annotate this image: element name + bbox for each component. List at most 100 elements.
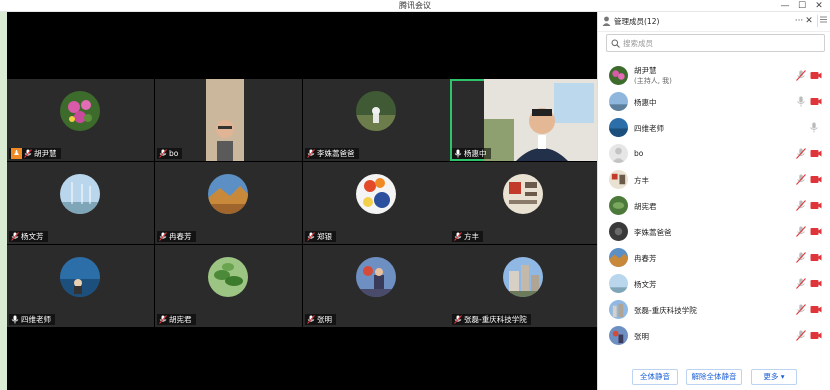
tile-name-label: bo xyxy=(157,148,183,159)
video-tile[interactable]: 张明 xyxy=(303,245,450,327)
tile-name: 四维老师 xyxy=(21,315,51,324)
mic-muted-icon[interactable] xyxy=(796,330,806,341)
tile-name: 杨文芳 xyxy=(21,232,44,241)
maximize-button[interactable]: ☐ xyxy=(795,0,809,12)
video-icon[interactable] xyxy=(810,279,822,288)
avatar xyxy=(356,257,396,297)
video-icon[interactable] xyxy=(810,201,822,210)
mic-icon[interactable] xyxy=(796,96,806,107)
minimize-button[interactable]: — xyxy=(778,0,792,12)
video-icon[interactable] xyxy=(810,227,822,236)
avatar xyxy=(609,144,628,163)
tile-name: 张明 xyxy=(317,315,332,324)
video-tile[interactable]: 郑银 xyxy=(303,162,450,244)
avatar xyxy=(208,174,248,214)
video-tile[interactable]: 张磊-重庆科技学院 xyxy=(450,245,597,327)
member-row[interactable]: bo xyxy=(598,142,830,168)
avatar xyxy=(208,257,248,297)
video-icon[interactable] xyxy=(810,71,822,80)
tile-name-label: 四维老师 xyxy=(9,314,55,325)
member-row[interactable]: 张明 xyxy=(598,324,830,350)
more-button[interactable]: 更多 ▾ xyxy=(751,369,797,385)
member-row[interactable]: 胡尹慧 (主持人, 我) xyxy=(598,64,830,90)
tile-name-label: 杨惠中 xyxy=(452,148,491,159)
mic-icon[interactable] xyxy=(809,122,819,133)
mic-muted-icon xyxy=(307,315,315,324)
member-row[interactable]: 杨文芳 xyxy=(598,272,830,298)
member-row[interactable]: 杨惠中 xyxy=(598,90,830,116)
close-panel-button[interactable]: ✕ xyxy=(804,15,814,27)
member-name: 张磊-重庆科技学院 xyxy=(634,306,697,315)
avatar xyxy=(609,66,628,85)
unmute-all-button[interactable]: 解除全体静音 xyxy=(686,369,742,385)
member-row[interactable]: 冉春芳 xyxy=(598,246,830,272)
member-name: 张明 xyxy=(634,332,649,341)
video-tile[interactable]: 四维老师 xyxy=(7,245,154,327)
mic-muted-icon[interactable] xyxy=(796,278,806,289)
video-tile[interactable]: 方丰 xyxy=(450,162,597,244)
tile-name-label: 胡宪君 xyxy=(157,314,196,325)
member-row[interactable]: 胡宪君 xyxy=(598,194,830,220)
member-search-input[interactable] xyxy=(623,38,813,48)
member-row[interactable]: 李姝蒿爸爸 xyxy=(598,220,830,246)
video-tile[interactable]: ♟ 胡尹慧 xyxy=(7,79,154,161)
tile-name-label: 李姝蒿爸爸 xyxy=(305,148,359,159)
mic-muted-icon[interactable] xyxy=(796,304,806,315)
list-view-icon[interactable] xyxy=(817,15,829,27)
window-title: 腾讯会议 xyxy=(399,1,431,10)
avatar xyxy=(609,326,628,345)
host-badge-icon: ♟ xyxy=(11,148,22,159)
list-icon xyxy=(820,16,827,23)
mic-muted-icon xyxy=(11,232,19,241)
member-role: (主持人, 我) xyxy=(634,77,672,85)
mic-muted-icon xyxy=(307,232,315,241)
video-icon[interactable] xyxy=(810,97,822,106)
video-tile[interactable]: 李姝蒿爸爸 xyxy=(303,79,450,161)
avatar xyxy=(60,174,100,214)
video-grid: ♟ 胡尹慧 bo 李姝蒿爸爸 杨惠中 杨文芳 冉春芳 郑银 方丰 四维老师 胡宪… xyxy=(7,79,597,327)
avatar xyxy=(609,118,628,137)
tile-name-label: 张磊-重庆科技学院 xyxy=(452,314,531,325)
mic-muted-icon[interactable] xyxy=(796,148,806,159)
tile-name: 胡尹慧 xyxy=(34,149,57,158)
video-icon[interactable] xyxy=(810,305,822,314)
member-name: bo xyxy=(634,149,644,158)
mic-muted-icon[interactable] xyxy=(796,70,806,81)
avatar xyxy=(60,91,100,131)
video-icon[interactable] xyxy=(810,149,822,158)
video-icon[interactable] xyxy=(810,253,822,262)
mic-muted-icon[interactable] xyxy=(796,252,806,263)
tile-name: 杨惠中 xyxy=(464,149,487,158)
mic-muted-icon xyxy=(454,315,462,324)
member-panel-header: 管理成员(12) ··· ✕ xyxy=(598,12,830,32)
member-panel-actions: 全体静音 解除全体静音 更多 ▾ xyxy=(598,366,830,390)
video-tile[interactable]: 冉春芳 xyxy=(155,162,302,244)
mic-muted-icon xyxy=(159,315,167,324)
video-icon[interactable] xyxy=(810,331,822,340)
member-row[interactable]: 四维老师 xyxy=(598,116,830,142)
video-tile[interactable]: 杨文芳 xyxy=(7,162,154,244)
member-name: 胡宪君 xyxy=(634,202,657,211)
close-button[interactable]: ✕ xyxy=(812,0,826,12)
tile-name: 李姝蒿爸爸 xyxy=(317,149,355,158)
user-icon xyxy=(602,16,611,26)
video-area: ♟ 胡尹慧 bo 李姝蒿爸爸 杨惠中 杨文芳 冉春芳 郑银 方丰 四维老师 胡宪… xyxy=(7,12,597,390)
member-row[interactable]: 张磊-重庆科技学院 xyxy=(598,298,830,324)
video-tile[interactable]: 胡宪君 xyxy=(155,245,302,327)
video-icon[interactable] xyxy=(810,175,822,184)
tile-name-label: 郑银 xyxy=(305,231,336,242)
mic-muted-icon[interactable] xyxy=(796,200,806,211)
mic-muted-icon[interactable] xyxy=(796,174,806,185)
title-bar: 腾讯会议 — ☐ ✕ xyxy=(0,0,830,12)
member-row[interactable]: 方丰 xyxy=(598,168,830,194)
avatar xyxy=(356,91,396,131)
avatar xyxy=(609,300,628,319)
member-search-box[interactable] xyxy=(606,34,825,52)
member-panel: 管理成员(12) ··· ✕ 胡尹慧 (主持人, 我) 杨惠中 四维老师 xyxy=(597,12,830,390)
member-name: 四维老师 xyxy=(634,124,664,133)
camera-feed xyxy=(484,79,597,161)
mic-muted-icon[interactable] xyxy=(796,226,806,237)
video-tile-active-speaker[interactable]: 杨惠中 xyxy=(450,79,597,161)
mute-all-button[interactable]: 全体静音 xyxy=(632,369,678,385)
video-tile[interactable]: bo xyxy=(155,79,302,161)
